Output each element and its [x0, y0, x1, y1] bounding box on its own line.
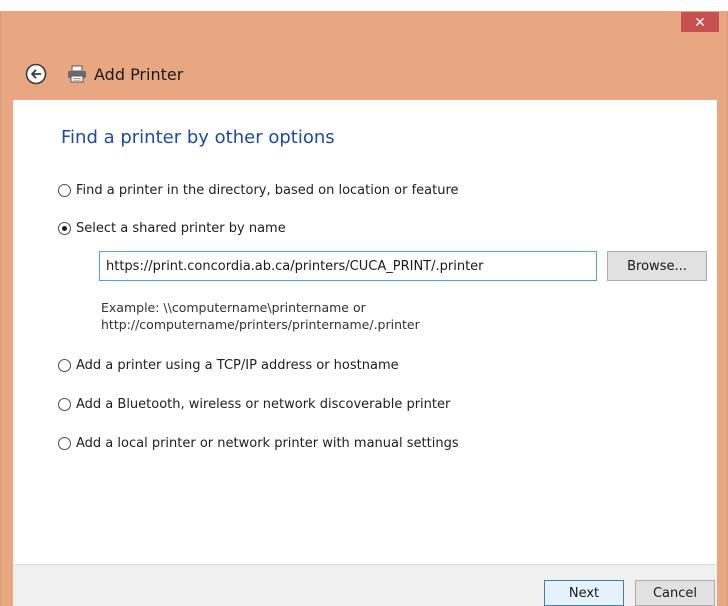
shared-printer-url-input[interactable] — [99, 251, 597, 281]
close-icon: ✕ — [694, 14, 706, 30]
page-heading: Find a printer by other options — [61, 127, 335, 148]
example-line-2: http://computername/printers/printername… — [101, 317, 420, 332]
option-directory[interactable]: Find a printer in the directory, based o… — [58, 181, 459, 199]
printer-icon — [68, 65, 86, 83]
radio-shared-by-name[interactable] — [58, 221, 71, 235]
next-button[interactable]: Next — [544, 580, 624, 606]
add-printer-window: ✕ Add Printer Find a printer by other op… — [0, 11, 728, 606]
cancel-button[interactable]: Cancel — [635, 580, 715, 606]
radio-tcpip[interactable] — [58, 358, 71, 372]
option-local-manual[interactable]: Add a local printer or network printer w… — [58, 434, 459, 452]
option-bluetooth[interactable]: Add a Bluetooth, wireless or network dis… — [58, 395, 450, 413]
browse-button[interactable]: Browse... — [607, 251, 707, 281]
option-shared-by-name-label: Select a shared printer by name — [76, 220, 286, 236]
example-text: Example: \\computername\printername or h… — [101, 299, 420, 333]
close-button[interactable]: ✕ — [681, 12, 719, 32]
title-bar: ✕ — [1, 11, 727, 41]
option-directory-label: Find a printer in the directory, based o… — [76, 182, 459, 198]
option-local-manual-label: Add a local printer or network printer w… — [76, 435, 459, 451]
option-bluetooth-label: Add a Bluetooth, wireless or network dis… — [76, 396, 451, 412]
window-title: Add Printer — [94, 65, 184, 84]
radio-bluetooth[interactable] — [58, 397, 71, 411]
radio-local-manual[interactable] — [58, 436, 71, 450]
option-tcpip-label: Add a printer using a TCP/IP address or … — [76, 357, 399, 373]
wizard-content: Find a printer by other options Find a p… — [13, 100, 717, 564]
option-tcpip[interactable]: Add a printer using a TCP/IP address or … — [58, 356, 399, 374]
wizard-footer: Next Cancel — [13, 564, 717, 606]
back-arrow-icon[interactable] — [25, 63, 47, 85]
radio-directory[interactable] — [58, 183, 71, 197]
example-line-1: Example: \\computername\printername or — [101, 300, 366, 315]
wizard-header: Add Printer — [1, 59, 727, 91]
option-shared-by-name[interactable]: Select a shared printer by name — [58, 219, 286, 237]
